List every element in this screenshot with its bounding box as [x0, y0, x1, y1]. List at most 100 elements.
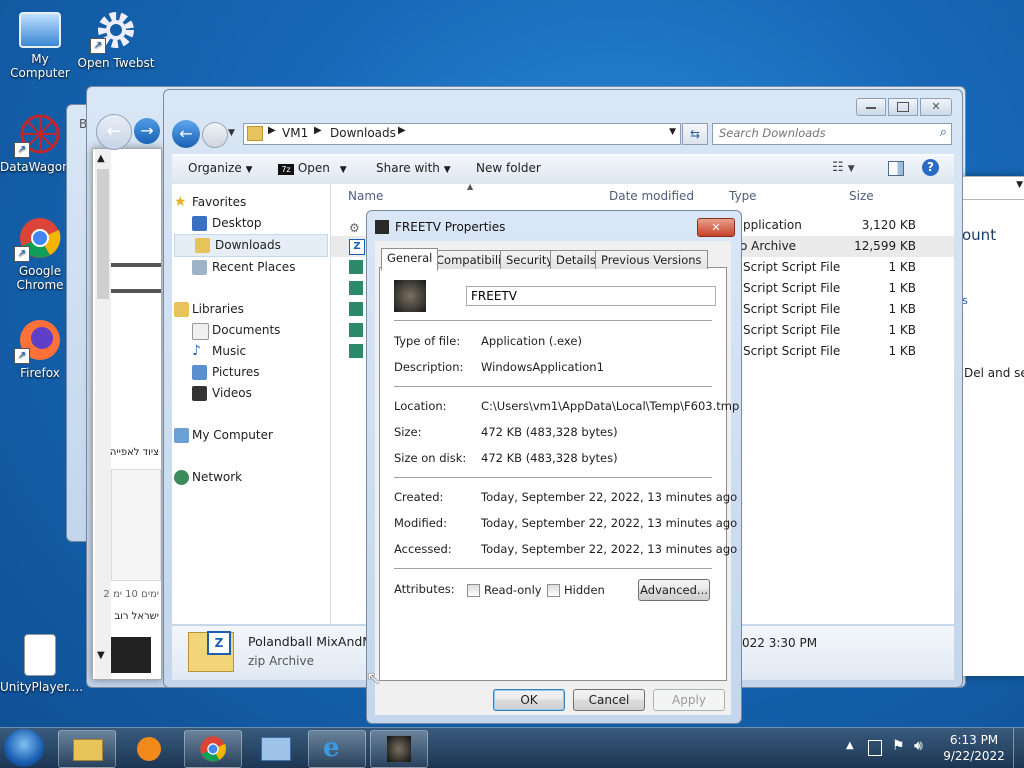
action-center-flag-icon[interactable]: ⚑ [892, 738, 905, 754]
taskbar-media-player[interactable] [120, 730, 178, 768]
file-type: Script Script File [743, 344, 841, 358]
tab-previous-versions[interactable]: Previous Versions [595, 250, 708, 269]
created-label: Created: [394, 490, 444, 504]
tree-my-computer[interactable]: My Computer [172, 425, 330, 446]
volume-icon[interactable]: 🔊︎ [914, 738, 923, 754]
music-icon: ♪ [192, 343, 201, 359]
browser-left-pane: ▲ ▼ ציוד לאפייה ימים 10 ימ 2 ישראל רוב [92, 148, 162, 680]
column-date-modified[interactable]: Date modified [609, 184, 694, 208]
product-image[interactable] [111, 469, 161, 581]
created-row: Created: Today, September 22, 2022, 13 mi… [394, 488, 737, 506]
desktop-icon-label: My Computer [10, 52, 70, 80]
open-button[interactable]: 7z Open ▼ [278, 161, 347, 175]
view-options-icon[interactable]: ☷ ▼ [832, 160, 855, 175]
freetv-icon [387, 736, 411, 762]
search-icon[interactable]: ⌕ [940, 125, 947, 140]
taskbar-internet-explorer[interactable]: e [308, 730, 366, 768]
column-size[interactable]: Size [849, 184, 874, 208]
product-thumbnail[interactable] [111, 637, 151, 673]
dialog-title: FREETV Properties [395, 220, 506, 234]
modified-value: Today, September 22, 2022, 13 minutes ag… [481, 516, 738, 530]
cancel-button[interactable]: Cancel [573, 689, 645, 711]
tree-videos[interactable]: Videos [172, 383, 330, 404]
close-button[interactable]: ✕ [920, 98, 952, 116]
start-button[interactable] [4, 729, 44, 767]
preview-pane-icon[interactable] [888, 161, 904, 176]
search-input[interactable] [713, 124, 935, 142]
tree-documents[interactable]: Documents [172, 320, 330, 341]
address-bar[interactable]: ▶ VM1 ▶ Downloads ▶ ▼ [243, 123, 681, 145]
desktop-icon-open-twebst[interactable]: ↗ Open Twebst [76, 8, 156, 70]
read-only-label[interactable]: Read-only [484, 581, 542, 599]
taskbar-control-panel[interactable] [246, 730, 304, 768]
hidden-checkbox[interactable] [547, 584, 560, 597]
network-tray-icon[interactable] [868, 740, 882, 756]
read-only-checkbox[interactable] [467, 584, 480, 597]
clock[interactable]: 6:13 PM 9/22/2022 [942, 732, 1006, 764]
desktop-icon-my-computer[interactable]: My Computer [0, 8, 80, 80]
search-box[interactable]: ⌕ [712, 123, 952, 145]
breadcrumb-separator-icon[interactable]: ▶ [268, 125, 276, 136]
tree-favorites[interactable]: ★ Favorites [172, 192, 330, 213]
back-button[interactable]: ← [172, 120, 200, 148]
scroll-down-icon[interactable]: ▼ [97, 650, 105, 661]
show-hidden-icons[interactable]: ▲ [846, 740, 854, 751]
dropdown[interactable]: ▼ [956, 176, 1024, 200]
breadcrumb-downloads[interactable]: Downloads [330, 126, 396, 140]
scroll-up-icon[interactable]: ▲ [97, 153, 105, 164]
maximize-button[interactable] [888, 98, 918, 116]
column-name[interactable]: Name [348, 184, 383, 208]
browser-forward-button[interactable]: → [134, 118, 160, 144]
tree-music[interactable]: ♪ Music [172, 341, 330, 362]
recent-pages-icon[interactable]: ▼ [228, 128, 235, 138]
share-with-menu[interactable]: Share with ▼ [376, 161, 451, 175]
hebrew-item-2: ימים 10 ימ 2 [103, 589, 159, 600]
settings-file-icon [24, 634, 56, 676]
address-dropdown-icon[interactable]: ▼ [669, 127, 676, 137]
breadcrumb-vm1[interactable]: VM1 [282, 126, 308, 140]
dialog-close-button[interactable]: ✕ [697, 218, 735, 237]
recent-places-label: Recent Places [212, 260, 296, 274]
scrollbar-thumb[interactable] [97, 169, 109, 299]
hidden-label[interactable]: Hidden [564, 581, 605, 599]
tree-recent-places[interactable]: Recent Places [172, 257, 330, 278]
zip-file-icon: Z [349, 239, 365, 255]
forward-button[interactable] [202, 122, 228, 148]
file-name-field[interactable] [466, 286, 716, 306]
ok-button[interactable]: OK [493, 689, 565, 711]
advanced-button[interactable]: Advanced... [638, 579, 710, 601]
clock-date: 9/22/2022 [943, 749, 1005, 763]
help-icon[interactable]: ? [922, 159, 939, 176]
taskbar-freetv[interactable] [370, 730, 428, 768]
taskbar-explorer[interactable] [58, 730, 116, 768]
new-folder-button[interactable]: New folder [476, 161, 541, 175]
details-file-type: zip Archive [248, 654, 314, 668]
zip-folder-icon: Z [188, 631, 234, 672]
tree-network[interactable]: Network [172, 467, 330, 488]
apply-button[interactable]: Apply [653, 689, 725, 711]
organize-menu[interactable]: Organize ▼ [188, 161, 253, 175]
tree-libraries[interactable]: Libraries [172, 299, 330, 320]
refresh-icon[interactable]: ⇆ [682, 123, 708, 145]
tree-pictures[interactable]: Pictures [172, 362, 330, 383]
file-size: 12,599 KB [854, 239, 916, 253]
network-label: Network [192, 470, 243, 484]
desktop-icon-unityplayer[interactable]: UnityPlayer.... [0, 634, 83, 694]
attributes-label: Attributes: [394, 582, 455, 596]
share-label: Share with [376, 161, 440, 175]
chevron-down-icon: ▼ [245, 165, 253, 175]
file-size: 1 KB [888, 344, 916, 358]
zip-badge-icon: Z [207, 631, 231, 655]
show-desktop-button[interactable] [1013, 728, 1024, 768]
minimize-button[interactable] [856, 98, 886, 116]
tree-downloads[interactable]: Downloads [174, 234, 328, 257]
tab-general[interactable]: General [381, 248, 439, 271]
file-size: 1 KB [888, 302, 916, 316]
browser-back-button[interactable]: ← [96, 114, 132, 150]
mouse-cursor-icon: ↖ [366, 668, 382, 689]
breadcrumb-separator-icon[interactable]: ▶ [398, 125, 406, 136]
column-type[interactable]: Type [729, 184, 757, 208]
breadcrumb-separator-icon[interactable]: ▶ [314, 125, 322, 136]
taskbar-chrome[interactable] [184, 730, 242, 768]
tree-desktop[interactable]: Desktop [172, 213, 330, 234]
